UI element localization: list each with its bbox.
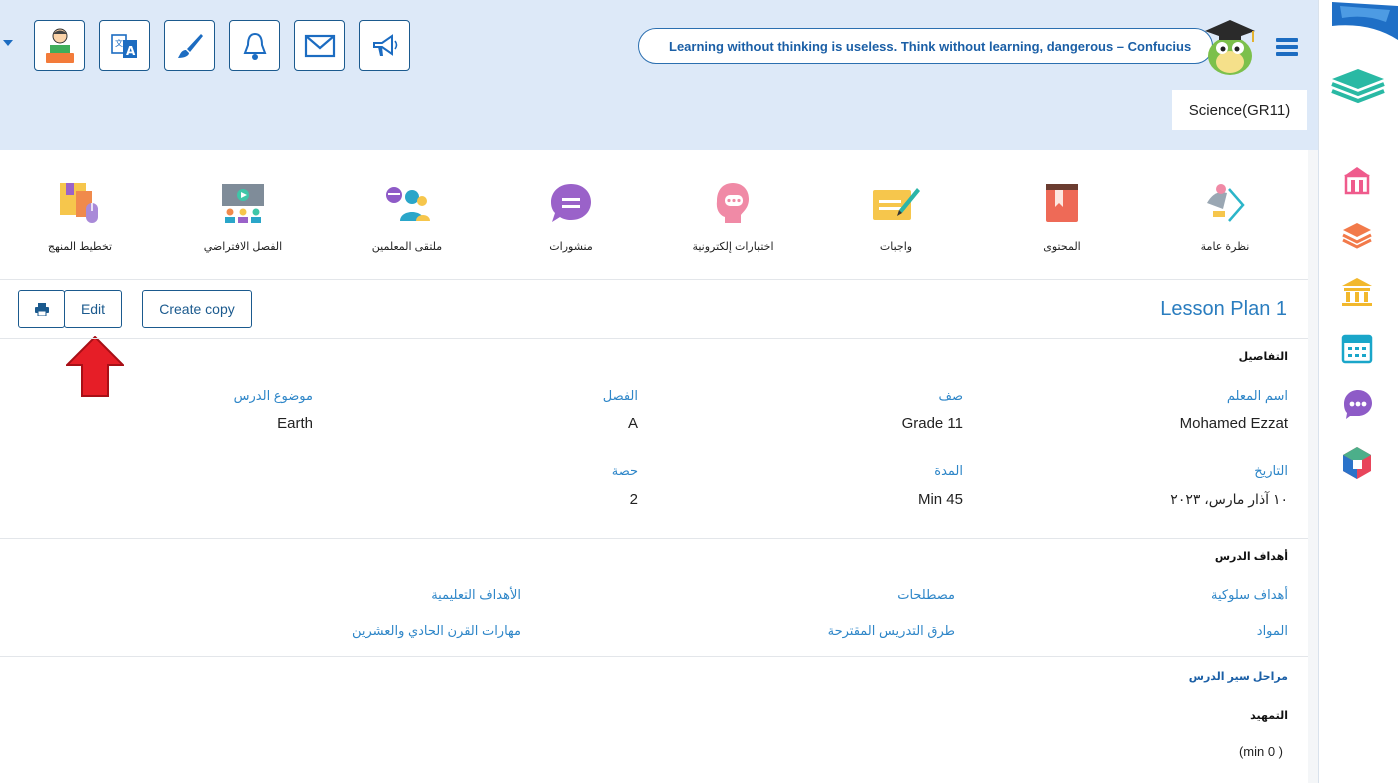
teacher-label: اسم المعلم xyxy=(1226,388,1288,403)
megaphone-icon xyxy=(372,33,397,56)
intro-label: التمهيد xyxy=(1250,710,1288,722)
edit-button[interactable]: Edit xyxy=(64,290,122,328)
layers-icon[interactable] xyxy=(1340,218,1374,252)
divider xyxy=(0,656,1308,657)
svg-text:文: 文 xyxy=(115,38,123,48)
curriculum-planning-icon xyxy=(60,183,98,223)
print-icon xyxy=(34,302,49,316)
grade-label: صف xyxy=(938,388,964,403)
duration-label: المدة xyxy=(934,463,963,478)
topic-label: موضوع الدرس xyxy=(233,388,313,403)
module-homework[interactable]: واجبات xyxy=(821,178,971,253)
bell-icon xyxy=(243,32,266,60)
module-homework-label: واجبات xyxy=(879,241,913,253)
menu-toggle-icon[interactable] xyxy=(1276,38,1298,56)
details-title: التفاصيل xyxy=(1238,351,1288,363)
objectives-title: أهداف الدرس xyxy=(1214,551,1288,563)
book-icon xyxy=(1046,184,1078,222)
chat-icon[interactable] xyxy=(1340,387,1374,421)
module-posts-label: منشورات xyxy=(549,241,593,253)
calendar-icon[interactable] xyxy=(1340,331,1374,365)
date-value: ١٠ آذار مارس، ٢٠٢٣ xyxy=(1170,491,1288,507)
profile-icon xyxy=(45,28,74,63)
class-value: A xyxy=(627,415,638,432)
module-content-label: المحتوى xyxy=(1043,241,1081,253)
module-overview[interactable]: نظرة عامة xyxy=(1150,178,1300,253)
quote-banner: Learning without thinking is useless. Th… xyxy=(638,28,1213,64)
announcements-button[interactable] xyxy=(359,20,410,71)
date-label: التاريخ xyxy=(1254,463,1288,478)
21st-century-skills-link[interactable]: مهارات القرن الحادي والعشرين xyxy=(352,623,521,639)
cube-app-icon[interactable] xyxy=(1340,446,1374,480)
posts-icon xyxy=(551,184,591,222)
module-curriculum-planning-label: تخطيط المنهج xyxy=(47,241,113,253)
logo-flag-icon xyxy=(1332,2,1398,40)
period-label: حصة xyxy=(611,463,638,478)
layers-logo-icon[interactable] xyxy=(1328,66,1388,106)
module-overview-label: نظرة عامة xyxy=(1200,241,1250,253)
period-value: 2 xyxy=(629,491,638,508)
intro-time: (min 0 ) xyxy=(1238,744,1283,759)
teacher-value: Mohamed Ezzat xyxy=(1179,415,1288,432)
phases-title: مراحل سير الدرس xyxy=(1188,671,1288,683)
lesson-title: Lesson Plan 1 xyxy=(1160,298,1287,320)
module-virtual-class[interactable]: الفصل الافتراضي xyxy=(168,178,318,253)
topic-value: Earth xyxy=(277,415,313,432)
module-e-tests[interactable]: اختبارات إلكترونية xyxy=(658,178,808,253)
module-teachers-forum[interactable]: ملتقى المعلمين xyxy=(332,178,482,253)
mail-icon xyxy=(304,34,335,57)
grade-value: Grade 11 xyxy=(901,415,963,432)
class-label: الفصل xyxy=(602,388,638,403)
translate-icon: A 文 xyxy=(110,33,137,58)
module-curriculum-planning[interactable]: تخطيط المنهج xyxy=(5,178,155,253)
institution-icon[interactable] xyxy=(1340,275,1374,309)
profile-button[interactable] xyxy=(34,20,85,71)
teaching-methods-link[interactable]: طرق التدريس المقترحة xyxy=(828,623,955,639)
subject-label: Science(GR11) xyxy=(1172,90,1307,130)
quote-text: Learning without thinking is useless. Th… xyxy=(669,38,1192,54)
module-e-tests-label: اختبارات إلكترونية xyxy=(692,241,774,253)
chevron-down-icon[interactable] xyxy=(3,40,13,46)
overview-icon xyxy=(1207,184,1245,222)
terms-link[interactable]: مصطلحات xyxy=(897,587,955,603)
brush-button[interactable] xyxy=(164,20,215,71)
module-virtual-class-label: الفصل الافتراضي xyxy=(203,241,283,253)
school-icon[interactable] xyxy=(1340,163,1374,197)
translate-button[interactable]: A 文 xyxy=(99,20,150,71)
mascot-icon xyxy=(1205,20,1255,75)
behavioral-objectives-link[interactable]: أهداف سلوكية xyxy=(1211,587,1288,603)
homework-icon xyxy=(873,188,920,220)
teachers-forum-icon xyxy=(386,187,430,221)
virtual-class-icon xyxy=(222,184,264,223)
duration-value: Min 45 xyxy=(917,491,963,508)
notifications-button[interactable] xyxy=(229,20,280,71)
learning-objectives-link[interactable]: الأهداف التعليمية xyxy=(431,587,521,603)
arrow-up-icon xyxy=(66,336,124,397)
divider xyxy=(0,279,1308,280)
svg-text:A: A xyxy=(126,44,136,58)
materials-link[interactable]: المواد xyxy=(1257,623,1288,639)
print-button[interactable] xyxy=(18,290,65,328)
module-posts[interactable]: منشورات xyxy=(496,178,646,253)
create-copy-button[interactable]: Create copy xyxy=(142,290,252,328)
module-content[interactable]: المحتوى xyxy=(987,178,1137,253)
brush-icon xyxy=(177,33,203,58)
divider xyxy=(0,538,1308,539)
divider xyxy=(0,338,1308,339)
module-teachers-forum-label: ملتقى المعلمين xyxy=(371,241,443,253)
messages-button[interactable] xyxy=(294,20,345,71)
quiz-icon xyxy=(716,183,749,223)
